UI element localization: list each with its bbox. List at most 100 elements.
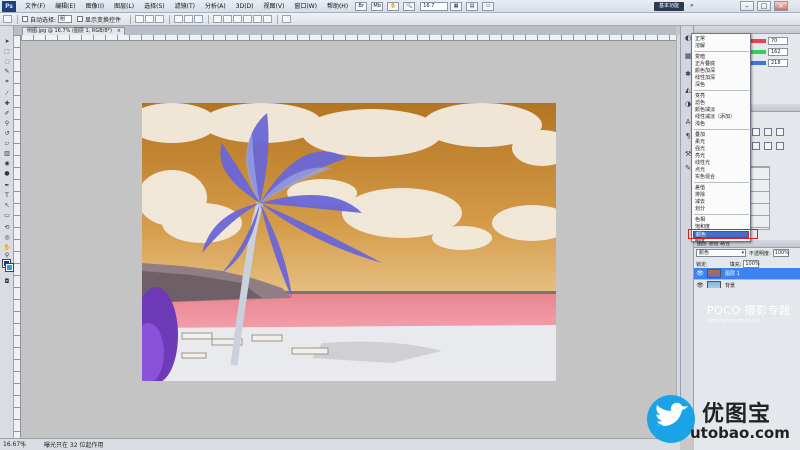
blur-tool-icon[interactable]: ◉ [3, 160, 11, 167]
arrange-documents-icon[interactable]: ▤ [466, 1, 479, 11]
menu-help[interactable]: 帮助(H) [322, 0, 353, 13]
align-middle-icon[interactable] [145, 15, 155, 23]
quick-mask-icon[interactable]: ◘ [3, 278, 11, 285]
align-right-icon[interactable] [194, 15, 204, 23]
blend-lighter-color[interactable]: 浅色 [695, 121, 750, 127]
balance-adjust-icon[interactable] [764, 142, 772, 150]
move-tool-preset-icon[interactable] [3, 15, 12, 23]
screen-mode-icon[interactable]: ▭ [482, 1, 495, 11]
align-bottom-icon[interactable] [155, 15, 165, 23]
minimize-button[interactable]: – [740, 1, 754, 11]
zoom-tool-icon[interactable]: ⚲ [3, 252, 11, 259]
menu-image[interactable]: 图像(I) [81, 0, 109, 13]
quick-select-tool-icon[interactable]: ✎ [3, 68, 11, 75]
layer-row-layer1[interactable]: 👁 图层 1 [694, 268, 800, 280]
background-color-swatch[interactable] [5, 263, 14, 272]
eye-icon[interactable]: 👁 [696, 270, 704, 277]
brightness-adjust-icon[interactable] [752, 128, 760, 136]
history-brush-tool-icon[interactable]: ↺ [3, 130, 11, 137]
document-image[interactable] [142, 103, 556, 381]
blend-linear-burn[interactable]: 线性加深 [695, 75, 750, 81]
hand-icon[interactable]: ✋ [387, 1, 400, 11]
workspace-more-icon[interactable]: » [690, 2, 694, 9]
layer-name[interactable]: 图层 1 [725, 270, 740, 277]
mini-bridge-icon[interactable]: Mb [371, 1, 384, 11]
blend-overlay[interactable]: 叠加 [695, 132, 750, 138]
blend-divide[interactable]: 划分 [695, 206, 750, 212]
close-window-button[interactable]: × [774, 1, 788, 11]
brush-tool-icon[interactable]: ✐ [3, 110, 11, 117]
crop-tool-icon[interactable]: ⌗ [3, 78, 11, 85]
3d-orbit-tool-icon[interactable]: ◎ [3, 234, 11, 241]
blue-value[interactable]: 218 [768, 58, 788, 67]
align-center-icon[interactable] [184, 15, 194, 23]
blend-multiply[interactable]: 正片叠底 [695, 61, 750, 67]
menu-3d[interactable]: 3D(D) [231, 0, 259, 13]
green-slider[interactable] [750, 49, 766, 54]
blend-soft-light[interactable]: 柔光 [695, 139, 750, 145]
blend-linear-light[interactable]: 线性光 [695, 160, 750, 166]
healing-brush-tool-icon[interactable]: ✚ [3, 100, 11, 107]
menu-analysis[interactable]: 分析(A) [200, 0, 231, 13]
auto-select-dropdown[interactable]: 组 [58, 15, 73, 23]
menu-file[interactable]: 文件(F) [20, 0, 50, 13]
blend-subtract[interactable]: 减去 [695, 199, 750, 205]
show-transform-option[interactable]: 显示变换控件 [77, 15, 121, 24]
distribute-right-icon[interactable] [263, 15, 273, 23]
distribute-top-icon[interactable] [213, 15, 223, 23]
zoom-level-select[interactable]: 16.7 [420, 1, 449, 11]
document-tab[interactable]: 例图.jpg @ 16.7% (图层 1, RGB/8*) × [22, 27, 125, 35]
distribute-bottom-icon[interactable] [233, 15, 243, 23]
blend-vivid-light[interactable]: 亮光 [695, 153, 750, 159]
path-selection-tool-icon[interactable]: ↖ [3, 202, 11, 209]
menu-layer[interactable]: 图层(L) [109, 0, 139, 13]
red-slider[interactable] [750, 38, 766, 43]
blend-normal[interactable]: 正常 [695, 36, 750, 42]
gradient-tool-icon[interactable]: ▥ [3, 150, 11, 157]
blend-hue[interactable]: 色相 [695, 217, 750, 223]
blend-mode-select[interactable]: 颜色 ▾ [696, 249, 746, 257]
type-tool-icon[interactable]: T [3, 192, 11, 199]
curves-adjust-icon[interactable] [776, 128, 784, 136]
distribute-middle-icon[interactable] [223, 15, 233, 23]
blend-linear-dodge[interactable]: 线性减淡（添加） [695, 114, 750, 120]
blend-lighten[interactable]: 变亮 [695, 93, 750, 99]
blend-darker-color[interactable]: 深色 [695, 82, 750, 88]
auto-align-icon[interactable] [282, 15, 292, 23]
distribute-left-icon[interactable] [243, 15, 253, 23]
hue-adjust-icon[interactable] [752, 142, 760, 150]
dodge-tool-icon[interactable]: ● [3, 170, 11, 177]
align-top-icon[interactable] [135, 15, 145, 23]
blend-hard-mix[interactable]: 实色混合 [695, 174, 750, 180]
bw-adjust-icon[interactable] [776, 142, 784, 150]
blend-hard-light[interactable]: 强光 [695, 146, 750, 152]
vertical-ruler[interactable] [14, 35, 21, 438]
styles-list[interactable] [750, 166, 770, 230]
menu-edit[interactable]: 编辑(E) [50, 0, 80, 13]
shape-tool-icon[interactable]: ▭ [3, 212, 11, 219]
menu-select[interactable]: 选择(S) [139, 0, 170, 13]
zoom-icon[interactable]: 🔍 [403, 1, 416, 11]
align-left-icon[interactable] [174, 15, 184, 23]
blend-color-burn[interactable]: 颜色加深 [695, 68, 750, 74]
red-value[interactable]: 70 [768, 36, 788, 45]
view-extras-icon[interactable]: ▦ [450, 1, 463, 11]
blend-color-dodge[interactable]: 颜色减淡 [695, 107, 750, 113]
blend-darken[interactable]: 变暗 [695, 54, 750, 60]
maximize-button[interactable]: □ [757, 1, 771, 11]
eyedropper-tool-icon[interactable]: ⁄ [3, 90, 11, 97]
hand-tool-icon[interactable]: ✋ [3, 244, 11, 251]
bridge-icon[interactable]: Br [355, 1, 368, 11]
blend-dissolve[interactable]: 溶解 [695, 43, 750, 49]
clone-stamp-tool-icon[interactable]: ⚲ [3, 120, 11, 127]
status-zoom[interactable]: 16.67% [0, 441, 26, 448]
auto-select-option[interactable]: 自动选择: 组 [22, 15, 73, 24]
auto-select-checkbox[interactable] [22, 16, 28, 22]
blend-exclusion[interactable]: 排除 [695, 192, 750, 198]
fill-field[interactable]: 100% [743, 260, 760, 268]
document-tab-close-icon[interactable]: × [117, 28, 121, 35]
green-value[interactable]: 162 [768, 47, 788, 56]
blend-screen[interactable]: 滤色 [695, 100, 750, 106]
pen-tool-icon[interactable]: ✒ [3, 182, 11, 189]
blend-pin-light[interactable]: 点光 [695, 167, 750, 173]
